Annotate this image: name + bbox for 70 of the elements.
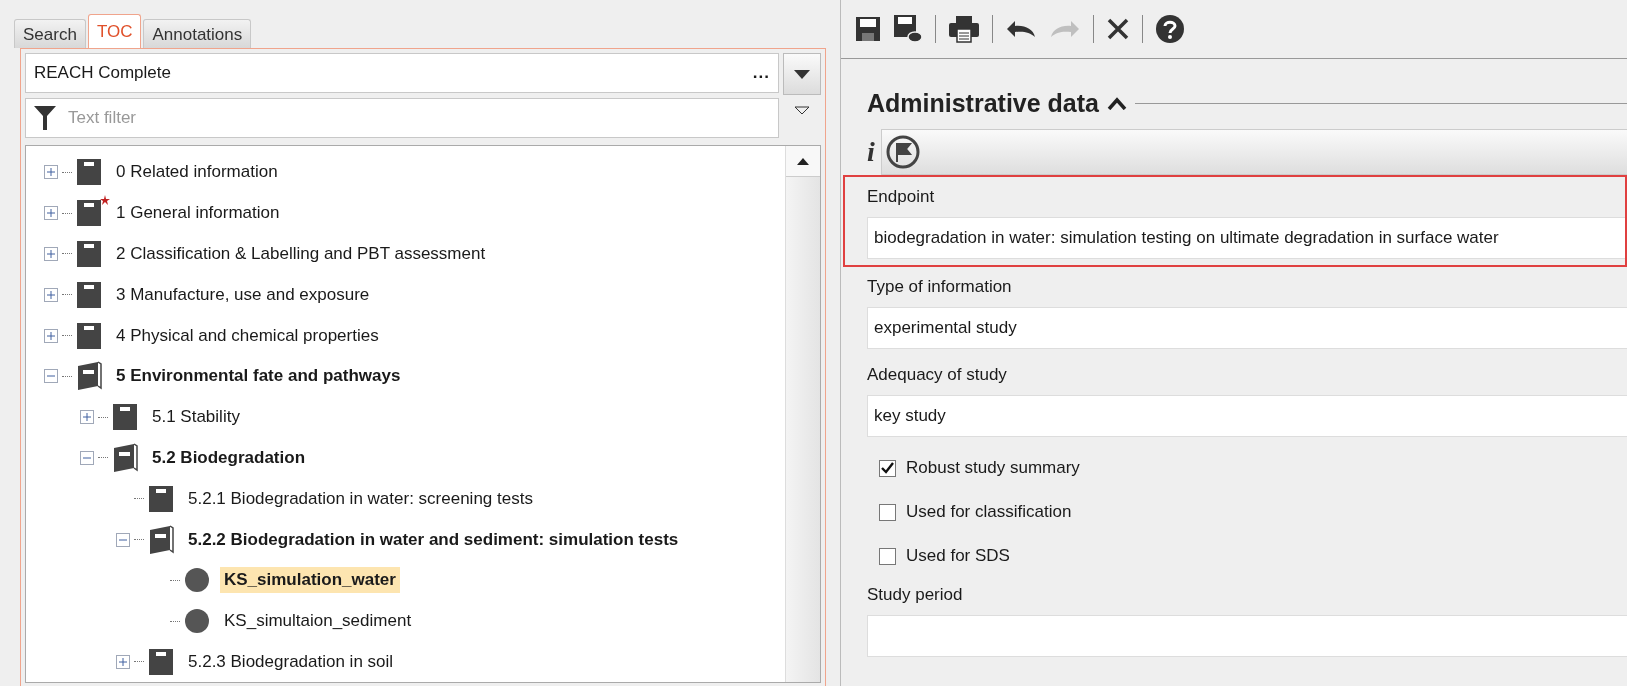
text-field[interactable]: biodegradation in water: simulation testing on ultimate degradation in surface water [867,217,1625,259]
binder-icon [76,280,102,309]
filter-field[interactable]: Text filter [25,98,779,138]
open-binder-icon [148,524,174,555]
help-icon[interactable] [1155,14,1185,44]
text-field[interactable] [867,615,1627,657]
checkbox[interactable] [879,459,896,477]
record-dot-icon [184,567,210,594]
binder-icon [76,240,102,268]
tree-item[interactable]: 5.2.3 Biodegradation in soil [184,648,398,675]
filter-icon [34,106,56,130]
template-dropdown[interactable]: REACH Complete ... [25,53,779,93]
tab[interactable]: Annotations [143,19,252,48]
binder-icon [76,199,102,228]
collapse-toggle[interactable] [80,450,94,465]
expand-toggle[interactable] [44,247,58,261]
save-comment-icon[interactable] [893,14,923,44]
tree-item[interactable]: KS_simulation_water [220,567,400,594]
tree-item[interactable]: 5.2.2 Biodegradation in water and sediment: simulation tests [184,526,683,553]
field-label: Endpoint [867,186,936,208]
expand-toggle[interactable] [44,287,58,302]
scrollbar[interactable] [785,146,820,683]
expand-toggle[interactable] [44,206,58,221]
print-icon[interactable] [948,15,980,43]
binder-icon [76,158,102,187]
tree-item[interactable]: 1 General information [112,200,284,227]
field-label: Adequacy of study [867,364,1008,386]
tree-item[interactable]: 3 Manufacture, use and exposure [112,281,374,308]
tree-item[interactable]: 4 Physical and chemical properties [112,322,383,349]
caret-down-icon [794,69,810,79]
checkbox-label: Robust study summary [906,458,1080,478]
tree-item[interactable]: 5.2 Biodegradation [148,444,310,471]
caret-down-icon[interactable] [794,106,810,115]
checkbox[interactable] [879,547,896,565]
collapse-caret-icon[interactable] [1107,96,1127,110]
text-field[interactable]: key study [867,395,1627,437]
binder-icon [76,321,102,350]
dropdown-button[interactable] [783,53,821,95]
section-title: Administrative data [867,88,1099,118]
expand-toggle[interactable] [44,328,58,343]
open-binder-icon [76,361,102,392]
checkbox-label: Used for classification [906,502,1072,522]
flag-icon[interactable] [885,135,920,169]
tree-item[interactable]: KS_simultaion_sediment [220,608,416,635]
tree-item[interactable]: 5.1 Stability [148,404,244,431]
info-button[interactable]: i [867,136,875,168]
scroll-up-icon[interactable] [797,157,809,165]
save-icon[interactable] [855,16,881,42]
collapse-toggle[interactable] [116,532,130,547]
collapse-toggle[interactable] [44,369,58,384]
record-dot-icon [184,608,210,635]
tab[interactable]: TOC [87,14,142,48]
field-label: Type of information [867,276,1013,298]
expand-toggle[interactable] [44,165,58,180]
expand-toggle[interactable] [80,410,94,425]
tree-item[interactable]: 2 Classification & Labelling and PBT assessment [112,241,490,267]
tab[interactable]: Search [14,19,86,48]
binder-icon [148,647,174,676]
open-binder-icon [112,442,138,473]
binder-icon [112,403,138,432]
binder-icon [148,484,174,513]
checkbox[interactable] [879,503,896,521]
checkbox-label: Used for SDS [906,546,1010,566]
delete-icon[interactable] [1106,17,1130,41]
text-field[interactable]: experimental study [867,307,1627,349]
field-label: Study period [867,584,964,606]
expand-toggle[interactable] [116,654,130,669]
tree-item[interactable]: 5.2.1 Biodegradation in water: screening tests [184,485,537,512]
tree-item[interactable]: 5 Environmental fate and pathways [112,363,405,390]
tree-item[interactable]: 0 Related information [112,159,282,186]
